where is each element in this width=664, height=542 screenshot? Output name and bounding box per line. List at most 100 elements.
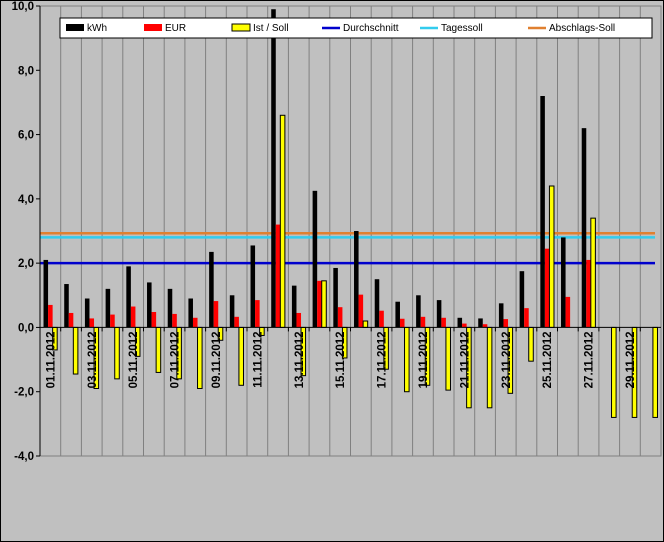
bar-eur-12 xyxy=(296,312,302,328)
x-tick-label: 03.11.2012 xyxy=(87,331,99,388)
bar-eur-19 xyxy=(441,317,446,328)
bar-eur-22 xyxy=(503,319,509,328)
bar-eur-8 xyxy=(213,301,219,328)
x-tick-label: 13.11.2012 xyxy=(294,331,306,388)
bar-kwh-20 xyxy=(457,317,463,328)
bar-kwh-2 xyxy=(84,298,90,328)
bar-eur-0 xyxy=(48,304,53,328)
bar-eur-25 xyxy=(565,296,571,328)
bar-ist-soll-24 xyxy=(548,185,555,328)
bar-ist-soll-5 xyxy=(155,326,162,373)
legend-label: kWh xyxy=(87,23,107,34)
legend-label: Ist / Soll xyxy=(253,23,289,34)
bar-ist-soll-1 xyxy=(72,326,79,375)
y-tick-label: 8,0 xyxy=(18,65,34,77)
bar-kwh-19 xyxy=(436,300,442,328)
bar-ist-soll-19 xyxy=(445,326,451,391)
bar-eur-20 xyxy=(462,323,467,328)
x-tick-label: 05.11.2012 xyxy=(128,331,140,388)
y-axis: 10,0 8,0 6,0 4,0 2,0 0,0 -2,0 -4,0 xyxy=(12,1,41,463)
legend-label: Tagessoll xyxy=(441,23,483,34)
bar-kwh-1 xyxy=(64,284,69,328)
x-tick-label: 25.11.2012 xyxy=(542,331,554,388)
bar-kwh-11 xyxy=(271,9,276,328)
legend: kWh EUR Ist / Soll Durchschnitt Tagessoll Abs… xyxy=(59,17,653,39)
bar-eur-23 xyxy=(524,308,529,328)
bar-eur-9 xyxy=(234,316,239,328)
x-tick-label: 17.11.2012 xyxy=(377,331,389,388)
bar-kwh-21 xyxy=(478,318,483,328)
bar-kwh-22 xyxy=(498,303,504,328)
bar-eur-4 xyxy=(130,306,136,328)
bar-ist-soll-29 xyxy=(652,326,658,418)
bar-kwh-9 xyxy=(229,295,235,328)
bar-eur-6 xyxy=(172,313,177,328)
x-tick-label: 01.11.2012 xyxy=(45,331,57,388)
x-tick-label: 11.11.2012 xyxy=(252,331,264,387)
bar-kwh-4 xyxy=(126,266,131,328)
bar-ist-soll-7 xyxy=(197,326,203,389)
bar-ist-soll-13 xyxy=(321,280,327,328)
chart: 10,0 8,0 6,0 4,0 2,0 0,0 -2,0 -4,0 01.11.2012 03… xyxy=(12,1,662,463)
x-tick-label: 09.11.2012 xyxy=(211,331,223,388)
y-tick-label: 6,0 xyxy=(18,130,34,142)
legend-swatch xyxy=(231,23,251,32)
x-tick-label: 07.11.2012 xyxy=(170,331,182,388)
bar-ist-soll-11 xyxy=(279,114,286,328)
bar-eur-13 xyxy=(317,280,322,328)
x-tick-label: 27.11.2012 xyxy=(584,331,596,388)
bar-eur-18 xyxy=(420,316,426,328)
bar-eur-14 xyxy=(337,307,343,328)
x-tick-label: 15.11.2012 xyxy=(335,331,347,388)
bar-kwh-16 xyxy=(374,279,380,328)
y-tick-label: 4,0 xyxy=(18,194,34,206)
legend-swatch xyxy=(66,24,84,31)
bar-eur-24 xyxy=(544,248,550,328)
bar-eur-16 xyxy=(379,310,384,328)
bar-kwh-12 xyxy=(291,285,297,328)
bar-kwh-17 xyxy=(395,301,400,328)
bar-eur-17 xyxy=(399,318,405,328)
bar-kwh-15 xyxy=(354,231,359,328)
bar-eur-7 xyxy=(192,317,198,328)
bar-ist-soll-27 xyxy=(611,326,617,418)
bar-kwh-26 xyxy=(581,128,587,328)
bar-ist-soll-9 xyxy=(238,326,244,386)
y-tick-label: -2,0 xyxy=(14,387,34,399)
x-tick-label: 29.11.2012 xyxy=(625,331,637,388)
x-tick-label: 23.11.2012 xyxy=(501,331,513,388)
y-tick-label: -4,0 xyxy=(14,451,34,463)
bar-eur-2 xyxy=(89,318,95,328)
x-tick-label: 19.11.2012 xyxy=(418,331,430,388)
bar-eur-15 xyxy=(358,294,364,328)
y-tick-label: 2,0 xyxy=(18,258,34,270)
bar-kwh-7 xyxy=(188,298,193,328)
bar-ist-soll-21 xyxy=(486,326,493,409)
bar-eur-10 xyxy=(255,300,260,328)
x-tick-label: 21.11.2012 xyxy=(459,331,471,388)
bar-eur-11 xyxy=(275,224,281,328)
y-tick-label: 10,0 xyxy=(12,1,34,13)
bar-kwh-13 xyxy=(312,190,318,328)
bar-kwh-14 xyxy=(333,267,338,328)
bar-eur-1 xyxy=(68,312,74,328)
bar-ist-soll-26 xyxy=(590,217,596,328)
bar-kwh-5 xyxy=(147,282,152,328)
legend-label: EUR xyxy=(165,23,186,34)
bar-kwh-0 xyxy=(43,259,49,328)
bar-kwh-25 xyxy=(561,237,566,328)
bar-ist-soll-15 xyxy=(362,320,369,328)
legend-label: Durchschnitt xyxy=(343,23,399,34)
bar-kwh-18 xyxy=(416,295,421,328)
legend-swatch xyxy=(144,24,162,31)
bar-kwh-3 xyxy=(105,288,111,328)
bar-kwh-24 xyxy=(540,96,545,328)
bar-eur-3 xyxy=(110,314,115,328)
bar-ist-soll-23 xyxy=(528,326,534,362)
legend-label: Abschlags-Soll xyxy=(549,23,615,34)
bar-eur-5 xyxy=(151,312,157,328)
bar-ist-soll-17 xyxy=(404,326,410,393)
y-tick-label: 0,0 xyxy=(18,322,34,334)
bar-kwh-23 xyxy=(519,271,525,328)
bar-kwh-8 xyxy=(209,251,214,328)
